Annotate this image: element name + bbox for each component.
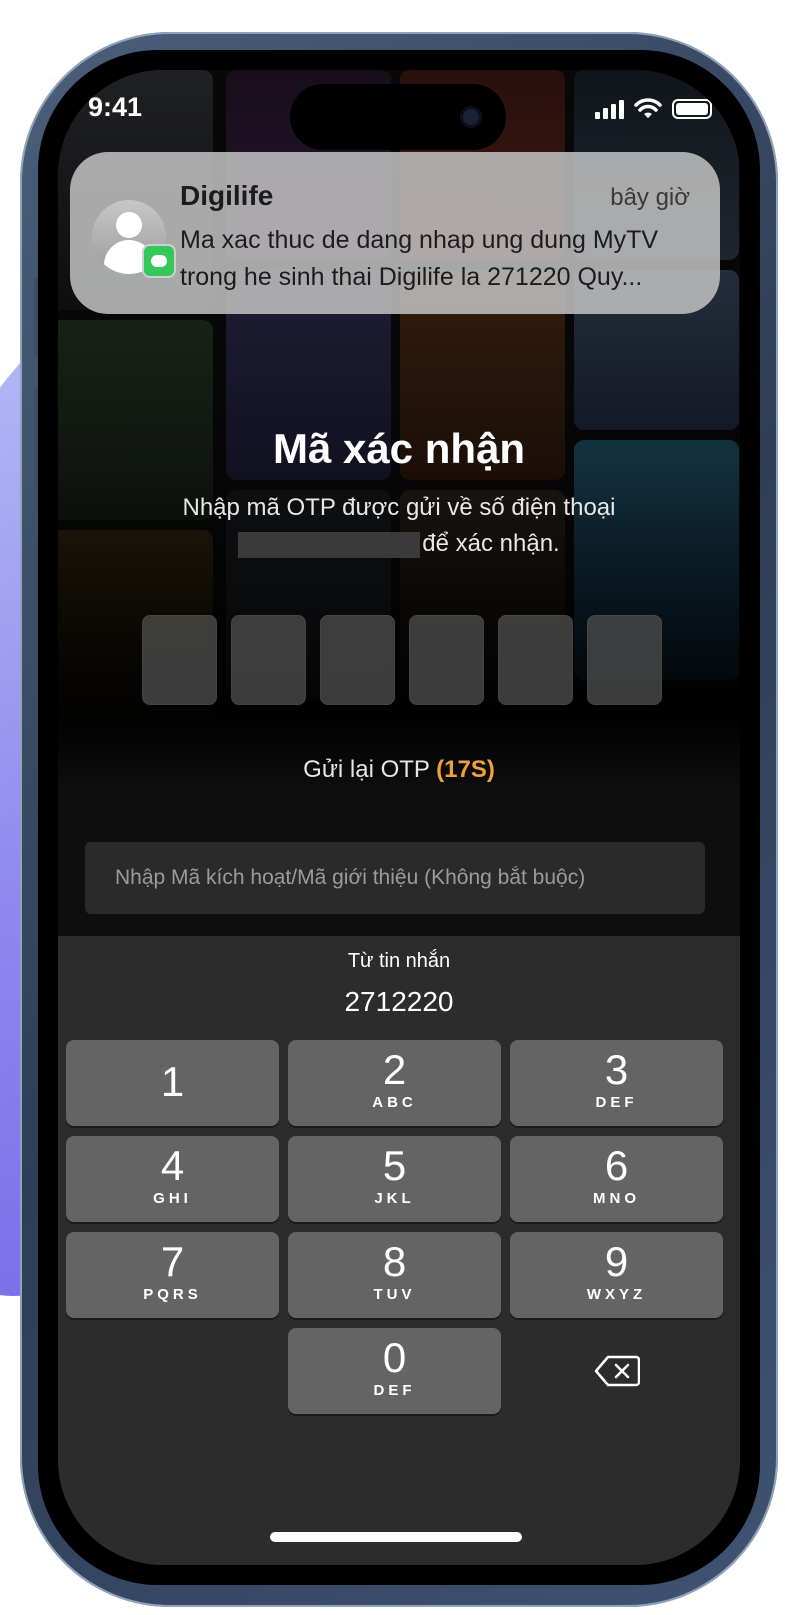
masked-phone-number xyxy=(238,531,421,558)
key-number: 1 xyxy=(160,1058,185,1105)
key-letters: PQRS xyxy=(143,1286,202,1303)
key-number: 6 xyxy=(604,1142,629,1189)
key-number: 2 xyxy=(382,1046,407,1093)
cellular-signal-icon xyxy=(595,99,624,119)
resend-countdown: (17S) xyxy=(436,756,495,783)
status-icons xyxy=(595,98,712,120)
key-letters: DEF xyxy=(373,1382,416,1399)
wifi-icon xyxy=(634,98,662,118)
messages-icon xyxy=(142,244,176,278)
key-1[interactable]: 1 xyxy=(66,1040,279,1126)
key-0[interactable]: 0 DEF xyxy=(288,1328,501,1414)
numeric-keyboard: Từ tin nhắn 2712220 1 2 ABC 3 DEF 4 GHI xyxy=(58,936,740,1565)
resend-label: Gửi lại OTP xyxy=(303,756,430,783)
key-8[interactable]: 8 TUV xyxy=(288,1232,501,1318)
key-9[interactable]: 9 WXYZ xyxy=(510,1232,723,1318)
key-letters: ABC xyxy=(372,1094,417,1111)
subtitle-line-1: Nhập mã OTP được gửi về số điện thoại xyxy=(182,494,616,521)
dynamic-island xyxy=(290,84,506,150)
subtitle-line-2: để xác nhận. xyxy=(58,526,740,562)
key-6[interactable]: 6 MNO xyxy=(510,1136,723,1222)
key-5[interactable]: 5 JKL xyxy=(288,1136,501,1222)
key-7[interactable]: 7 PQRS xyxy=(66,1232,279,1318)
page-title: Mã xác nhận xyxy=(272,425,526,472)
phone-screen: 9:41 Digilife bây giờ Ma xac thuc de dan… xyxy=(38,50,760,1585)
key-number: 7 xyxy=(160,1238,185,1285)
camera-icon xyxy=(460,106,482,128)
subtitle-line-2-text: để xác nhận. xyxy=(422,530,560,557)
key-letters: TUV xyxy=(373,1286,416,1303)
key-number: 4 xyxy=(160,1142,185,1189)
key-4[interactable]: 4 GHI xyxy=(66,1136,279,1222)
key-3[interactable]: 3 DEF xyxy=(510,1040,723,1126)
otp-digit-5[interactable] xyxy=(498,615,573,705)
key-letters: WXYZ xyxy=(586,1286,647,1303)
key-letters: MNO xyxy=(593,1190,640,1207)
notification-message: Ma xac thuc de dang nhap ung dung MyTV t… xyxy=(180,226,659,291)
otp-input-row xyxy=(142,615,662,705)
key-letters: JKL xyxy=(374,1190,415,1207)
key-letters: GHI xyxy=(153,1190,192,1207)
key-letters: DEF xyxy=(595,1094,638,1111)
otp-digit-2[interactable] xyxy=(231,615,306,705)
key-number: 0 xyxy=(382,1334,407,1381)
key-number: 8 xyxy=(382,1238,407,1285)
delete-backspace-icon xyxy=(594,1355,640,1387)
key-number: 5 xyxy=(382,1142,407,1189)
otp-suggestion-code[interactable]: 2712220 xyxy=(58,986,740,1018)
key-number: 3 xyxy=(604,1046,629,1093)
app-screen: 9:41 Digilife bây giờ Ma xac thuc de dan… xyxy=(58,70,740,1565)
status-time: 9:41 xyxy=(88,92,143,122)
otp-digit-3[interactable] xyxy=(320,615,395,705)
notification-time: bây giờ xyxy=(610,184,690,211)
sms-notification[interactable]: Digilife bây giờ Ma xac thuc de dang nha… xyxy=(70,152,720,314)
otp-digit-6[interactable] xyxy=(587,615,662,705)
key-2[interactable]: 2 ABC xyxy=(288,1040,501,1126)
key-number: 9 xyxy=(604,1238,629,1285)
battery-icon xyxy=(672,99,712,119)
referral-code-input[interactable] xyxy=(85,842,705,914)
otp-suggestion-label[interactable]: Từ tin nhắn xyxy=(58,950,740,973)
home-indicator[interactable] xyxy=(270,1532,522,1542)
resend-otp-link[interactable]: Gửi lại OTP (17S) xyxy=(58,756,740,784)
notification-app-name: Digilife xyxy=(180,180,274,211)
delete-key[interactable] xyxy=(510,1328,723,1414)
otp-digit-4[interactable] xyxy=(409,615,484,705)
otp-digit-1[interactable] xyxy=(142,615,217,705)
page-subtitle: Nhập mã OTP được gửi về số điện thoại để… xyxy=(58,490,740,562)
